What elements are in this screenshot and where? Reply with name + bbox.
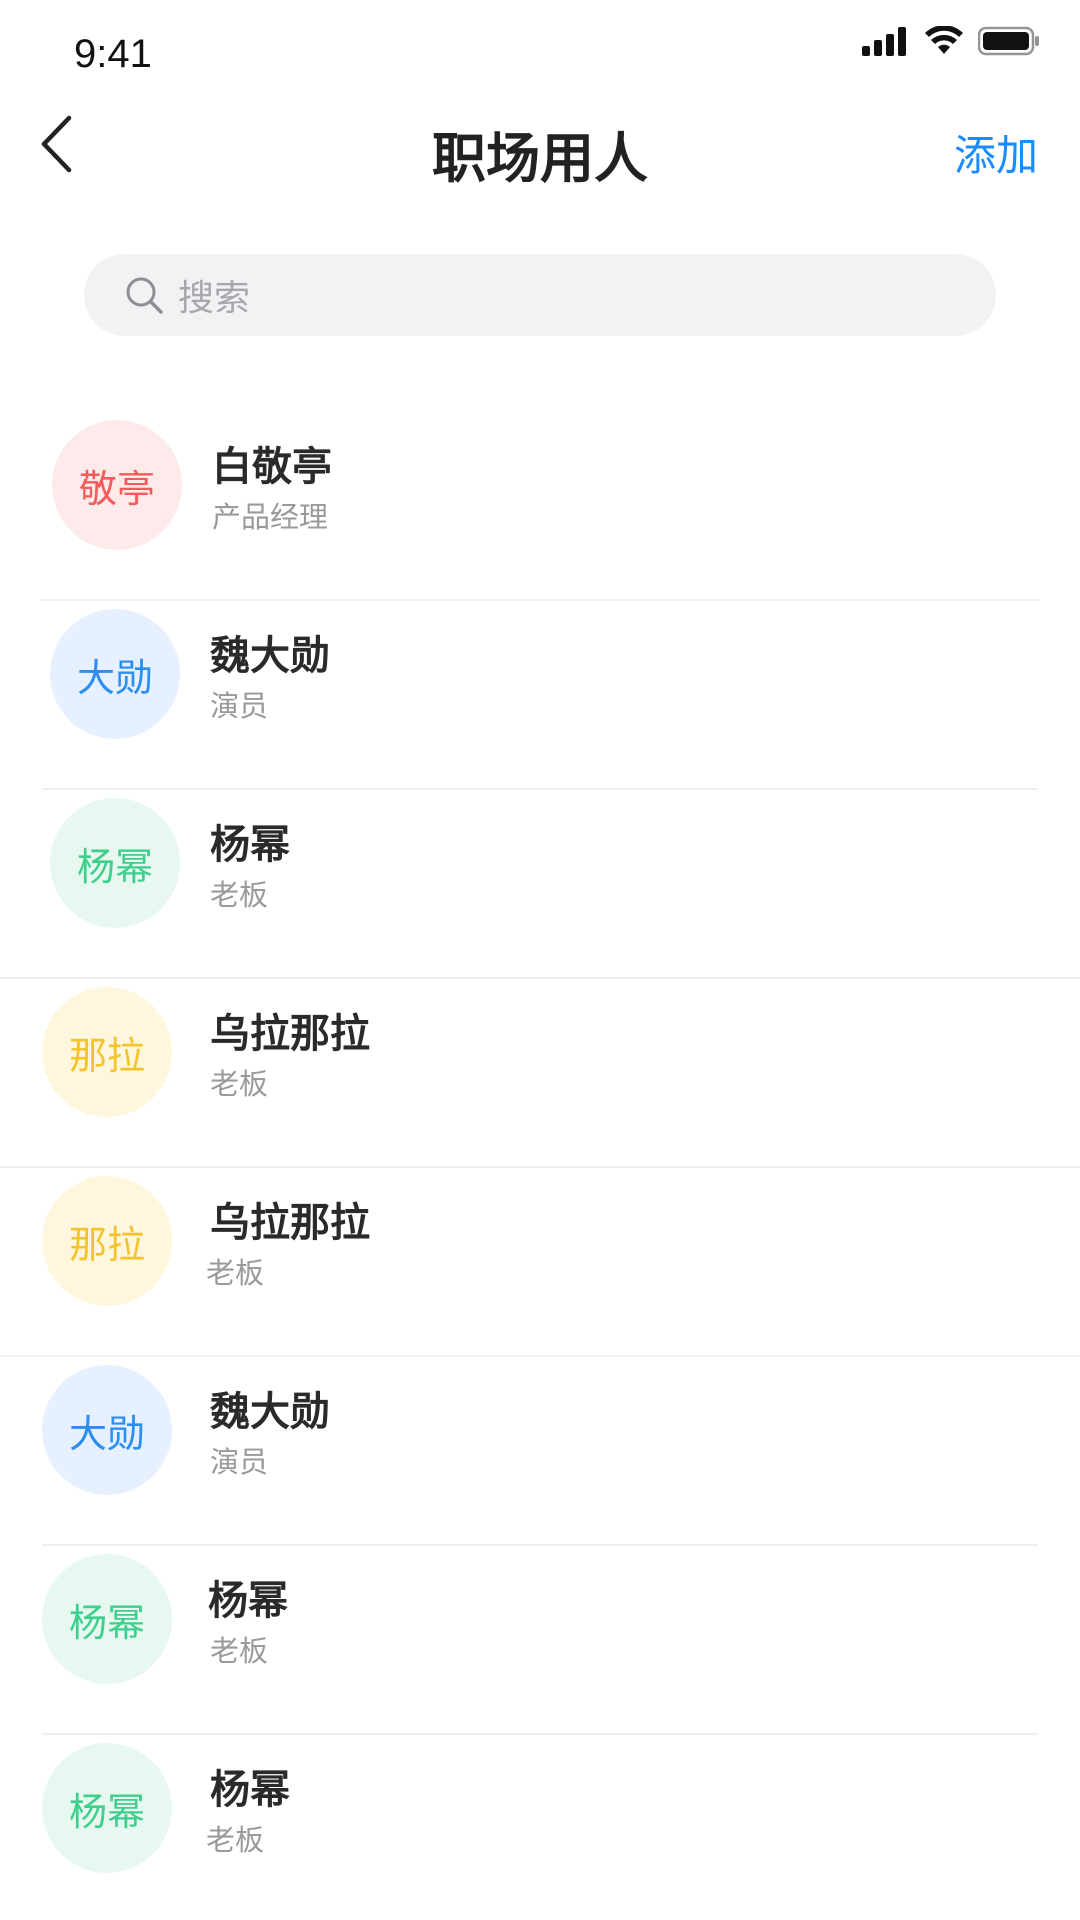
contact-name: 乌拉那拉 [210,1200,370,1246]
avatar: 杨幂 [42,1554,172,1684]
avatar: 杨幂 [50,798,180,928]
avatar-text: 杨幂 [76,844,153,889]
contact-name: 白敬亭 [212,444,332,490]
cellular-signal-icon [862,26,910,56]
avatar: 那拉 [42,1176,172,1306]
wifi-icon [924,26,964,56]
contact-item[interactable]: 那拉 乌拉那拉 老板 [0,1168,1080,1357]
avatar: 敬亭 [52,420,182,550]
contact-role: 老板 [210,1634,269,1668]
contact-name: 杨幂 [210,1767,290,1813]
add-button[interactable]: 添加 [954,122,1038,183]
page-title: 职场用人 [432,127,648,190]
navigation-bar: 职场用人 添加 [0,96,1080,202]
contact-role: 产品经理 [212,500,329,534]
avatar-text: 杨幂 [68,1789,145,1834]
contact-item[interactable]: 敬亭 白敬亭 产品经理 [0,412,1080,601]
contacts-screen: 9:41 职场用人 添加 搜索 敬亭 白敬亭 产品经理 大勋 魏大勋 演员 杨幂… [0,0,1080,1920]
avatar: 杨幂 [42,1743,172,1873]
avatar: 那拉 [42,987,172,1117]
search-icon [124,275,178,315]
avatar: 大勋 [50,609,180,739]
contact-role: 演员 [210,689,269,723]
contact-name: 杨幂 [208,1578,288,1624]
contact-item[interactable]: 那拉 乌拉那拉 老板 [0,979,1080,1168]
avatar: 大勋 [42,1365,172,1495]
contact-item[interactable]: 大勋 魏大勋 演员 [0,1357,1080,1546]
avatar-text: 那拉 [68,1222,145,1267]
status-time: 9:41 [74,32,152,76]
status-icons [862,26,1040,56]
avatar-text: 大勋 [76,655,153,700]
contact-role: 演员 [210,1445,269,1479]
contact-role: 老板 [210,1067,269,1101]
avatar-text: 大勋 [68,1411,145,1456]
avatar-text: 杨幂 [68,1600,145,1645]
avatar-text: 敬亭 [78,466,155,511]
battery-icon [978,26,1040,56]
contact-list: 敬亭 白敬亭 产品经理 大勋 魏大勋 演员 杨幂 杨幂 老板 那拉 乌拉那拉 老… [0,412,1080,1920]
contact-item[interactable]: 杨幂 杨幂 老板 [0,1735,1080,1920]
contact-name: 魏大勋 [210,1389,330,1435]
search-input[interactable]: 搜索 [84,254,996,336]
contact-item[interactable]: 杨幂 杨幂 老板 [0,790,1080,979]
contact-role: 老板 [206,1823,265,1857]
search-placeholder: 搜索 [178,278,251,319]
avatar-text: 那拉 [68,1033,145,1078]
contact-item[interactable]: 杨幂 杨幂 老板 [0,1546,1080,1735]
contact-name: 魏大勋 [210,633,330,679]
contact-role: 老板 [210,878,269,912]
status-bar: 9:41 [0,0,1080,96]
contact-item[interactable]: 大勋 魏大勋 演员 [0,601,1080,790]
contact-name: 乌拉那拉 [210,1011,370,1057]
contact-name: 杨幂 [210,822,290,868]
contact-role: 老板 [206,1256,265,1290]
